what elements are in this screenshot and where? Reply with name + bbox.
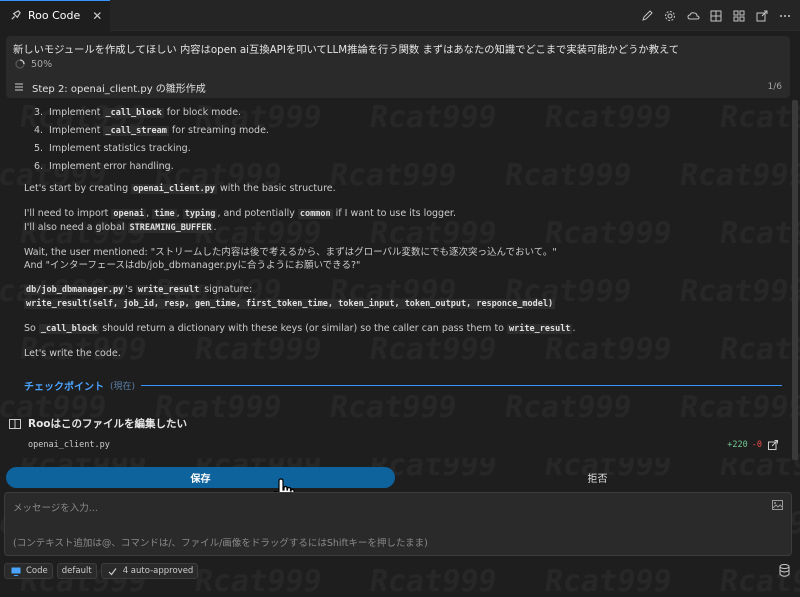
watermark-text: Rcat999: [678, 390, 800, 425]
watermark-text: Rcat999: [503, 390, 634, 425]
message-content: 3. Implement _call_block for block mode.…: [24, 104, 764, 360]
monitor-icon: [9, 564, 23, 578]
layout-icon[interactable]: [709, 9, 723, 23]
rocket-icon: [8, 9, 22, 23]
cloud-icon[interactable]: [686, 9, 700, 23]
input-placeholder: メッセージを入力...: [13, 503, 98, 514]
pencil-icon[interactable]: [640, 9, 654, 23]
message-input[interactable]: メッセージを入力... (コンテキスト追加は@、コマンドは/、ファイル/画像をド…: [4, 492, 792, 556]
edit-title: Rooはこのファイルを編集したい: [8, 416, 187, 431]
save-button[interactable]: 保存: [6, 467, 395, 488]
paragraph: So _call_block should return a dictionar…: [24, 323, 576, 334]
step-row[interactable]: Step 2: openai_client.py の雛形作成 1/6: [6, 76, 790, 98]
list-item: 3. Implement _call_block for block mode.: [34, 107, 242, 118]
input-hint: (コンテキスト追加は@、コマンドは/、ファイル/画像をドラッグするにはShift…: [13, 538, 428, 549]
list-item: 6. Implement error handling.: [34, 161, 174, 172]
step-title: Step 2: openai_client.py の雛形作成: [32, 83, 206, 95]
task-header[interactable]: 新しいモジュールを作成してほしい 内容はopen ai互換APIを叩いてLLM推…: [6, 36, 790, 98]
paragraph: Let's start by creating openai_client.py…: [24, 183, 336, 194]
check-icon: [106, 564, 120, 578]
mode-select[interactable]: Code: [4, 563, 53, 579]
list-icon: [12, 80, 26, 94]
grid-icon[interactable]: [732, 9, 746, 23]
paragraph: db/job_dbmanager.py's write_result signa…: [24, 284, 556, 309]
checkpoint-line: [141, 384, 782, 386]
open-external-icon[interactable]: [766, 438, 780, 452]
auto-approve-toggle[interactable]: 4 auto-approved: [100, 563, 199, 579]
more-icon[interactable]: [778, 9, 792, 23]
checkpoint-label: チェックポイント: [24, 381, 104, 393]
paragraph: I'll need to import openai, time, typing…: [24, 208, 456, 233]
auto-approve-label: 4 auto-approved: [122, 566, 194, 576]
spinner-icon: [13, 57, 27, 71]
close-icon[interactable]: ✕: [92, 9, 102, 23]
profile-label: default: [61, 566, 92, 576]
reject-button[interactable]: 拒否: [401, 467, 794, 488]
paragraph: Let's write the code.: [24, 348, 121, 359]
checkpoint-row[interactable]: チェックポイント (現在): [24, 378, 782, 393]
bottom-bar: Code default 4 auto-approved: [4, 562, 796, 580]
profile-select[interactable]: default: [56, 563, 97, 579]
mode-label: Code: [26, 566, 48, 576]
checkpoint-sub: (現在): [110, 381, 136, 392]
list-item: 5. Implement statistics tracking.: [34, 143, 191, 154]
diff-icon: [8, 417, 22, 431]
step-count: 1/6: [767, 82, 782, 92]
progress-value: 50%: [31, 58, 53, 70]
lines-removed: -0: [751, 440, 762, 450]
tab-title: Roo Code: [28, 9, 81, 22]
watermark-text: Rcat999: [328, 390, 459, 425]
database-icon[interactable]: [779, 564, 790, 580]
file-stats: +220 -0: [727, 438, 780, 452]
task-text: 新しいモジュールを作成してほしい 内容はopen ai互換APIを叩いてLLM推…: [13, 44, 680, 56]
scrollbar[interactable]: [792, 100, 798, 460]
toolbar-icons: [640, 0, 792, 31]
paragraph: Wait, the user mentioned: "ストリームした内容は後で考…: [24, 247, 557, 271]
tab-roo-code[interactable]: Roo Code ✕: [0, 0, 111, 31]
tab-bar: Roo Code ✕: [0, 0, 800, 31]
file-name: openai_client.py: [28, 440, 110, 450]
lines-added: +220: [727, 440, 748, 450]
list-item: 4. Implement _call_stream for streaming …: [34, 125, 269, 136]
file-row[interactable]: openai_client.py +220 -0: [6, 432, 790, 458]
step-list: 3. Implement _call_block for block mode.…: [24, 104, 764, 176]
edit-title-text: Rooはこのファイルを編集したい: [28, 418, 188, 430]
task-progress: 50%: [13, 57, 52, 71]
image-icon[interactable]: [772, 499, 783, 513]
export-icon[interactable]: [755, 9, 769, 23]
gear-icon[interactable]: [663, 9, 677, 23]
